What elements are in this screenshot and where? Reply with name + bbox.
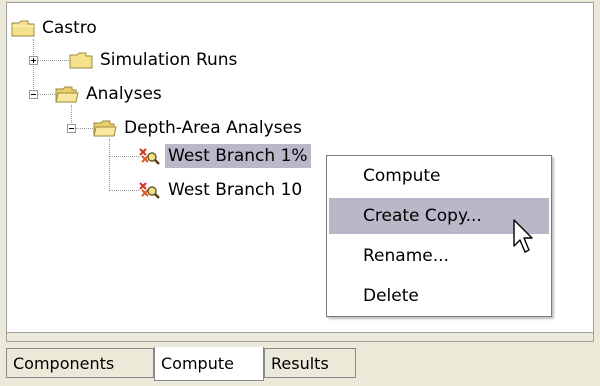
tree-node-west-branch-1[interactable]: West Branch 1% [137,143,311,169]
collapse-toggle[interactable] [67,124,76,133]
mouse-pointer-icon [513,219,533,253]
tree-line [109,156,139,157]
tab-compute[interactable]: Compute [154,347,264,381]
menu-item-compute[interactable]: Compute [329,158,549,194]
tree-node-label: West Branch 10 [168,180,303,200]
folder-icon [69,52,93,69]
folder-icon [11,20,35,37]
panel-bottom-border [7,332,593,341]
analysis-icon [139,182,160,199]
tree-line [109,190,139,191]
tab-components[interactable]: Components [6,348,154,378]
tree-node-simulation-runs[interactable]: Simulation Runs [69,47,240,73]
tree-node-depth-area-analyses[interactable]: Depth-Area Analyses [93,115,305,141]
tree-node-castro[interactable]: Castro [11,15,100,41]
tree-node-label: Castro [42,18,97,38]
tree-node-west-branch-10[interactable]: West Branch 10 [137,177,305,203]
tree-node-analyses[interactable]: Analyses [55,81,165,107]
menu-item-delete[interactable]: Delete [329,278,549,314]
expand-toggle[interactable] [29,56,38,65]
open-folder-icon [93,120,117,137]
tree-line [109,139,110,191]
tree-node-label: West Branch 1% [165,144,311,168]
tree-node-label: Depth-Area Analyses [124,118,302,138]
open-folder-icon [55,86,79,103]
analysis-icon [139,148,160,165]
tree-node-label: Analyses [86,84,162,104]
tree-line [33,39,34,95]
tree-line [33,60,73,61]
tree-node-label: Simulation Runs [100,50,238,70]
collapse-toggle[interactable] [29,90,38,99]
tab-results[interactable]: Results [264,348,356,378]
